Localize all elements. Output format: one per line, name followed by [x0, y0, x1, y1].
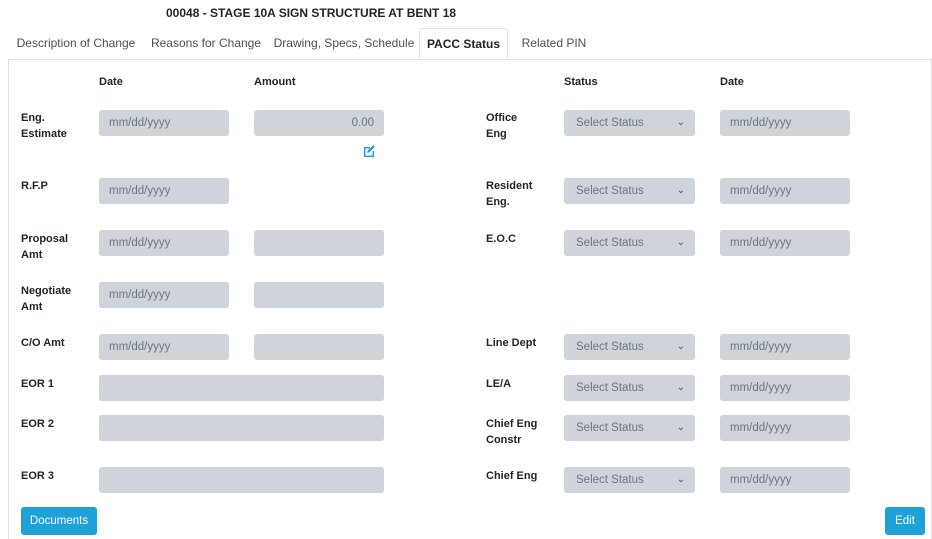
- chevron-down-icon: ⌄: [676, 185, 685, 196]
- label-eor-3: EOR 3: [21, 470, 55, 482]
- rfp-date-field[interactable]: mm/dd/yyyy: [99, 178, 229, 204]
- tab-pacc-status[interactable]: PACC Status: [419, 28, 508, 59]
- resident-eng-date-field[interactable]: mm/dd/yyyy: [720, 178, 850, 204]
- eng-estimate-amount-field[interactable]: 0.00: [254, 110, 384, 136]
- co-date-field[interactable]: mm/dd/yyyy: [99, 334, 229, 360]
- line-dept-date-field[interactable]: mm/dd/yyyy: [720, 334, 850, 360]
- label-co-amt: C/O Amt: [21, 337, 65, 349]
- label-eor-1: EOR 1: [21, 378, 55, 390]
- chevron-down-icon: ⌄: [676, 341, 685, 352]
- le-a-status-select[interactable]: Select Status ⌄: [564, 375, 695, 401]
- eor-3-field[interactable]: [99, 467, 384, 493]
- eor-1-field[interactable]: [99, 375, 384, 401]
- label-eng-estimate: Eng. Estimate: [21, 112, 67, 140]
- chevron-down-icon: ⌄: [676, 422, 685, 433]
- tab-description-of-change[interactable]: Description of Change: [8, 28, 144, 59]
- eoc-status-select[interactable]: Select Status ⌄: [564, 230, 695, 256]
- office-eng-status-select[interactable]: Select Status ⌄: [564, 110, 695, 136]
- proposal-date-field[interactable]: mm/dd/yyyy: [99, 230, 229, 256]
- edit-icon[interactable]: [362, 144, 376, 158]
- office-eng-date-field[interactable]: mm/dd/yyyy: [720, 110, 850, 136]
- resident-eng-status-select[interactable]: Select Status ⌄: [564, 178, 695, 204]
- negotiate-date-field[interactable]: mm/dd/yyyy: [99, 282, 229, 308]
- chevron-down-icon: ⌄: [676, 117, 685, 128]
- edit-button[interactable]: Edit: [885, 507, 925, 535]
- tab-related-pin[interactable]: Related PIN: [511, 28, 597, 59]
- label-office-eng: Office Eng: [486, 112, 518, 140]
- label-proposal-amt: Proposal Amt: [21, 233, 69, 261]
- chief-eng-date-field[interactable]: mm/dd/yyyy: [720, 467, 850, 493]
- le-a-date-field[interactable]: mm/dd/yyyy: [720, 375, 850, 401]
- chevron-down-icon: ⌄: [676, 237, 685, 248]
- label-le-a: LE/A: [486, 378, 512, 390]
- chief-eng-status-select[interactable]: Select Status ⌄: [564, 467, 695, 493]
- chief-eng-constr-date-field[interactable]: mm/dd/yyyy: [720, 415, 850, 441]
- eoc-date-field[interactable]: mm/dd/yyyy: [720, 230, 850, 256]
- negotiate-amount-field[interactable]: [254, 282, 384, 308]
- tab-bar: Description of Change Reasons for Change…: [8, 28, 932, 60]
- header-status: Status: [564, 76, 598, 88]
- label-rfp: R.F.P: [21, 180, 48, 192]
- label-line-dept: Line Dept: [486, 337, 537, 349]
- label-eor-2: EOR 2: [21, 418, 55, 430]
- eng-estimate-date-field[interactable]: mm/dd/yyyy: [99, 110, 229, 136]
- label-negotiate-amt: Negotiate Amt: [21, 285, 72, 313]
- line-dept-status-select[interactable]: Select Status ⌄: [564, 334, 695, 360]
- header-amount: Amount: [254, 76, 296, 88]
- label-chief-eng-constr: Chief Eng Constr: [486, 418, 538, 446]
- co-amount-field[interactable]: [254, 334, 384, 360]
- label-chief-eng: Chief Eng: [486, 470, 538, 482]
- chevron-down-icon: ⌄: [676, 382, 685, 393]
- header-date: Date: [99, 76, 123, 88]
- eor-2-field[interactable]: [99, 415, 384, 441]
- page-title: 00048 - STAGE 10A SIGN STRUCTURE AT BENT…: [166, 6, 457, 20]
- chief-eng-constr-status-select[interactable]: Select Status ⌄: [564, 415, 695, 441]
- tab-reasons-for-change[interactable]: Reasons for Change: [146, 28, 266, 59]
- label-resident-eng: Resident Eng.: [486, 180, 533, 208]
- label-eoc: E.O.C: [486, 233, 516, 245]
- proposal-amount-field[interactable]: [254, 230, 384, 256]
- tab-drawing-specs-schedule[interactable]: Drawing, Specs, Schedule: [271, 28, 417, 59]
- documents-button[interactable]: Documents: [21, 507, 97, 535]
- chevron-down-icon: ⌄: [676, 474, 685, 485]
- header-date-right: Date: [720, 76, 744, 88]
